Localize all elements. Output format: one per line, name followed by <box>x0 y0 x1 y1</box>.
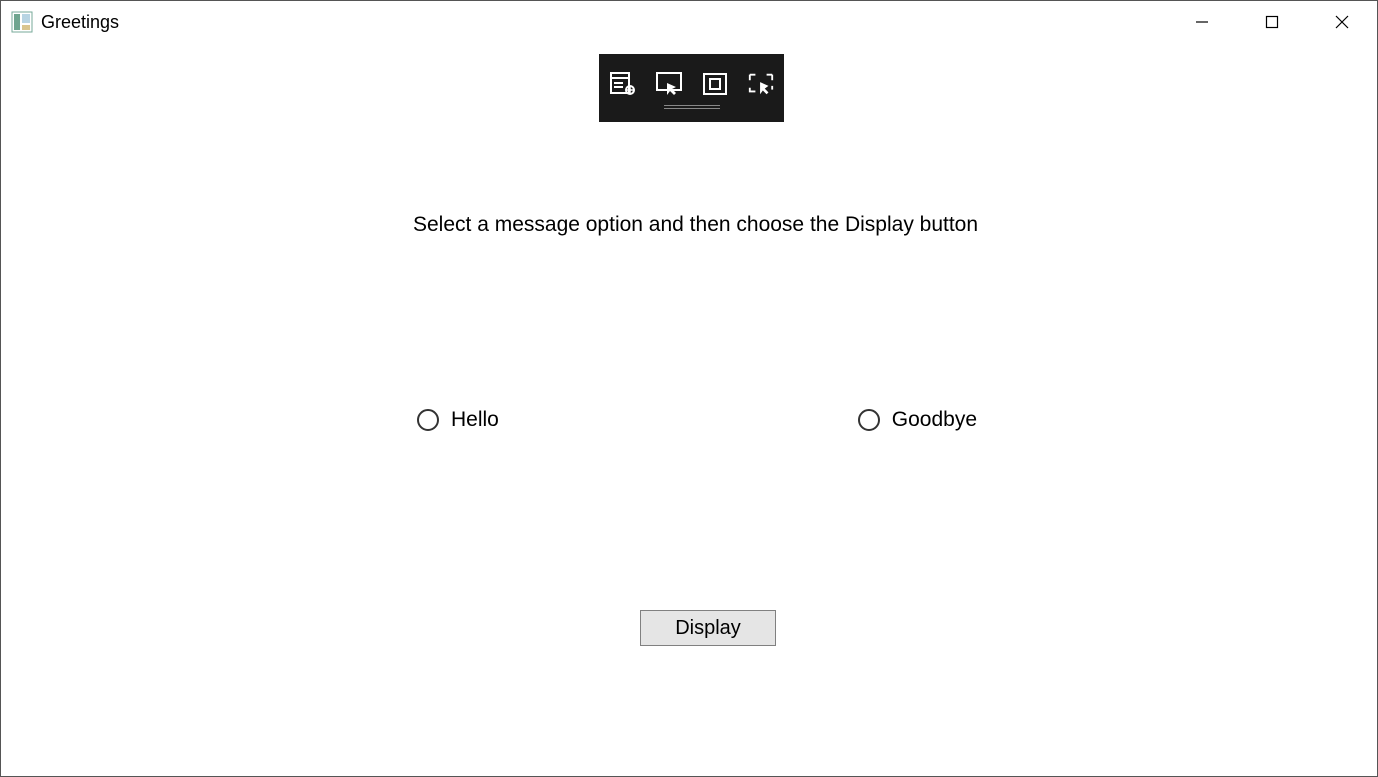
display-button[interactable]: Display <box>640 610 776 646</box>
close-button[interactable] <box>1307 1 1377 43</box>
window-controls <box>1167 1 1377 43</box>
radio-goodbye-label: Goodbye <box>892 408 977 432</box>
radio-hello[interactable]: Hello <box>417 408 499 432</box>
radio-circle-icon <box>858 409 880 431</box>
titlebar: Greetings <box>1 1 1377 43</box>
titlebar-left: Greetings <box>11 11 119 33</box>
radio-circle-icon <box>417 409 439 431</box>
app-window: Greetings <box>0 0 1378 777</box>
minimize-button[interactable] <box>1167 1 1237 43</box>
window-title: Greetings <box>41 12 119 33</box>
maximize-icon <box>1265 15 1279 29</box>
radio-goodbye[interactable]: Goodbye <box>858 408 977 432</box>
maximize-button[interactable] <box>1237 1 1307 43</box>
radio-hello-label: Hello <box>451 408 499 432</box>
instruction-text: Select a message option and then choose … <box>413 213 978 237</box>
content-area: Select a message option and then choose … <box>1 43 1377 776</box>
minimize-icon <box>1195 15 1209 29</box>
app-icon <box>11 11 33 33</box>
radio-group: Hello Goodbye <box>417 408 977 432</box>
close-icon <box>1335 15 1349 29</box>
